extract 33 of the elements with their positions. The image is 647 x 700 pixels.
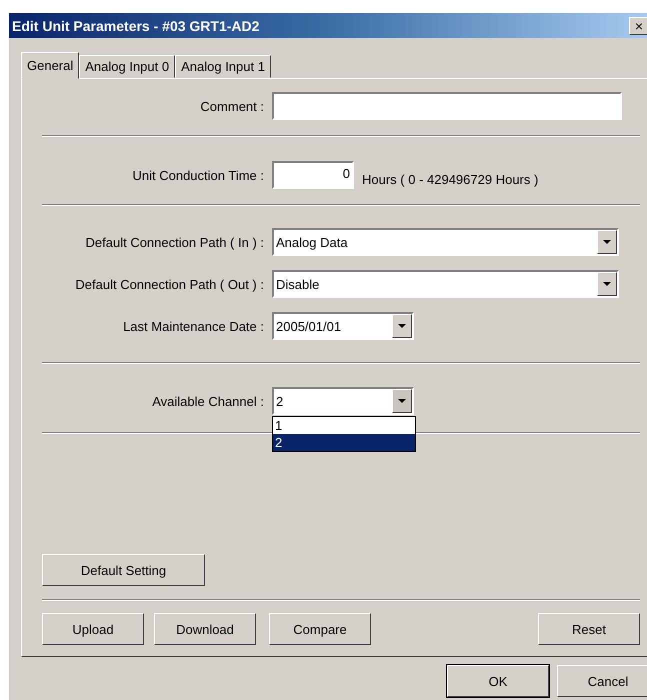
tab[interactable]: General [21,52,80,79]
action-button[interactable]: Upload [42,613,144,645]
field-label: Default Connection Path ( In ) : [84,234,264,250]
action-button[interactable]: Download [154,613,256,645]
reset-button[interactable]: Reset [538,613,640,645]
field-label: Unit Conduction Time : [131,168,264,182]
caret-icon [603,240,611,244]
tab[interactable]: Analog Input 1 [175,55,271,78]
action-button[interactable]: Compare [269,613,371,645]
dialog-button[interactable]: OK [447,665,549,697]
field-label: Comment : [199,98,264,114]
caret-icon [603,282,611,286]
field-label: Default Connection Path ( Out ) : [74,276,264,292]
dropdown-button[interactable] [597,230,617,254]
dropdown-button[interactable] [392,314,412,338]
dropdown-button[interactable] [392,389,412,413]
dropdown[interactable]: Analog Data [272,228,619,256]
close-button[interactable]: × [629,16,647,34]
dropdown[interactable]: Disable [272,270,619,298]
default-setting-button[interactable]: Default Setting [42,554,205,586]
dropdown-option[interactable]: 2 [273,434,415,451]
dropdown-button[interactable] [597,272,617,296]
dialog-button[interactable]: Cancel [557,665,647,697]
field-label: Available Channel : [151,394,264,408]
caret-icon [398,399,406,403]
tab[interactable]: Analog Input 0 [79,55,176,78]
caret-icon [398,324,406,328]
number-field[interactable]: 0 [272,161,354,189]
range-note: Hours ( 0 - 429496729 Hours ) [362,172,538,186]
window-title: Edit Unit Parameters - #03 GRT1-AD2 [12,18,260,34]
field-label: Last Maintenance Date : [122,318,264,334]
comment-field[interactable] [272,92,622,120]
date-dropdown[interactable]: 2005/01/01 [272,312,414,340]
